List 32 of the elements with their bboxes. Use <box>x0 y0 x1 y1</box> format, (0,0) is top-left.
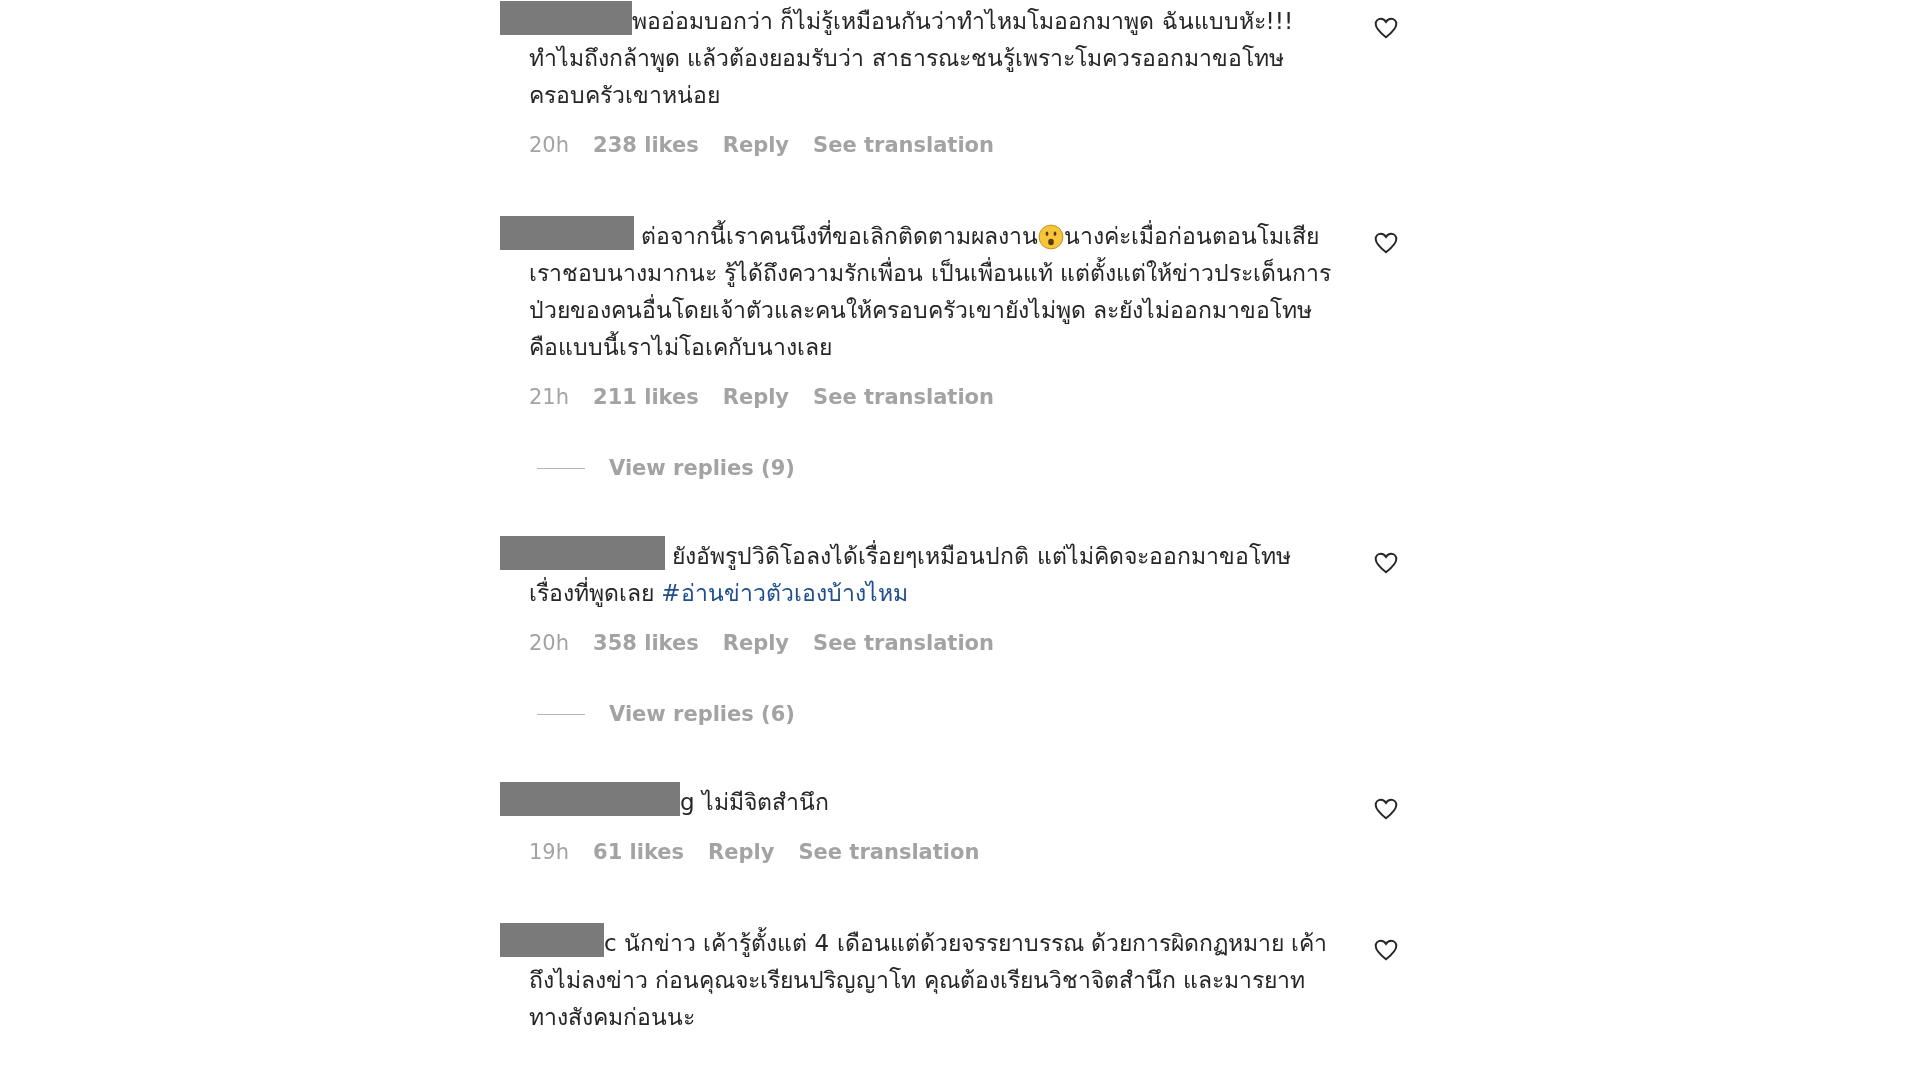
comment-text: c นักข่าว เค้ารู้ตั้งแต่ 4 เดือนแต่ด้วยจรรยาบรรณ ด้วยการผิดกฏหมาย เค้าถึงไม่ลงข่าว ก่อนคุณจะเรียนปริญญาโท คุณต้องเรียนวิชาจิตสำนึก และมารยาททางสังคมก่อนนะ <box>529 923 1335 1036</box>
likes-count[interactable]: 358 likes <box>593 628 699 658</box>
likes-count[interactable]: 61 likes <box>593 837 685 867</box>
comment-time: 20h <box>529 132 570 159</box>
see-translation-link[interactable]: See translation <box>798 837 980 867</box>
reply-link[interactable]: Reply <box>708 837 775 867</box>
heart-icon[interactable] <box>1373 937 1399 963</box>
username[interactable]: g <box>680 789 695 815</box>
comment-time: 21h <box>529 384 570 411</box>
heart-icon[interactable] <box>1373 550 1399 576</box>
see-translation-link[interactable]: See translation <box>813 382 994 412</box>
comment-text: g ไม่มีจิตสำนึก <box>529 782 1335 821</box>
comment-time: 20h <box>529 630 570 657</box>
reply-link[interactable]: Reply <box>722 382 790 412</box>
view-replies-link[interactable]: View replies (9) <box>609 456 795 480</box>
hashtag-link[interactable]: #อ่านข่าวตัวเองบ้างไหม <box>661 580 908 606</box>
likes-count[interactable]: 211 likes <box>593 382 699 412</box>
heart-icon[interactable] <box>1373 15 1399 41</box>
heart-icon[interactable] <box>1373 796 1399 822</box>
view-replies-link[interactable]: View replies (6) <box>609 702 795 726</box>
comment-text: พออ่อมบอกว่า ก็ไม่รู้เหมือนกันว่าทำไหมโมออกมาพูด ฉันแบบหัะ!!! ทำไมถึงกล้าพูด แล้วต้องยอมรับว่า สาธารณะชนรู้เพราะโมควรออกมาขอโทษครอบครัวเขาหน่อย <box>529 1 1335 114</box>
comment-text: ยังอัพรูปวิดิโอลงได้เรื่อยๆเหมือนปกติ แต่ไม่คิดจะออกมาขอโทษเรื่องที่พูดเลย #อ่านข่าวตัวเองบ้างไหม <box>529 536 1335 612</box>
heart-icon[interactable] <box>1373 230 1399 256</box>
reply-link[interactable]: Reply <box>722 628 790 658</box>
see-translation-link[interactable]: See translation <box>813 130 994 160</box>
comment-text: ต่อจากนี้เราคนนึงที่ขอเลิกติดตามผลงาน นางค่ะเมื่อก่อนตอนโมเสีย เราชอบนางมากนะ รู้ได้ถึงความรักเพื่อน เป็นเพื่อนแท้ แต่ตั้งแต่ให้ข่าวประเด็นการป่วยของคนอื่นโดยเจ้าตัวและคนให้ครอบครัวเขายังไม่พูด ละยังไม่ออกมาขอโทษคือแบบนี้เราไม่โอเคกับนางเลย <box>529 216 1335 366</box>
see-translation-link[interactable]: See translation <box>813 628 994 658</box>
comment-time: 19h <box>529 839 570 866</box>
reply-link[interactable]: Reply <box>722 130 790 160</box>
username[interactable]: c <box>604 930 617 956</box>
likes-count[interactable]: 238 likes <box>593 130 699 160</box>
surprised-face-icon <box>1038 224 1065 250</box>
